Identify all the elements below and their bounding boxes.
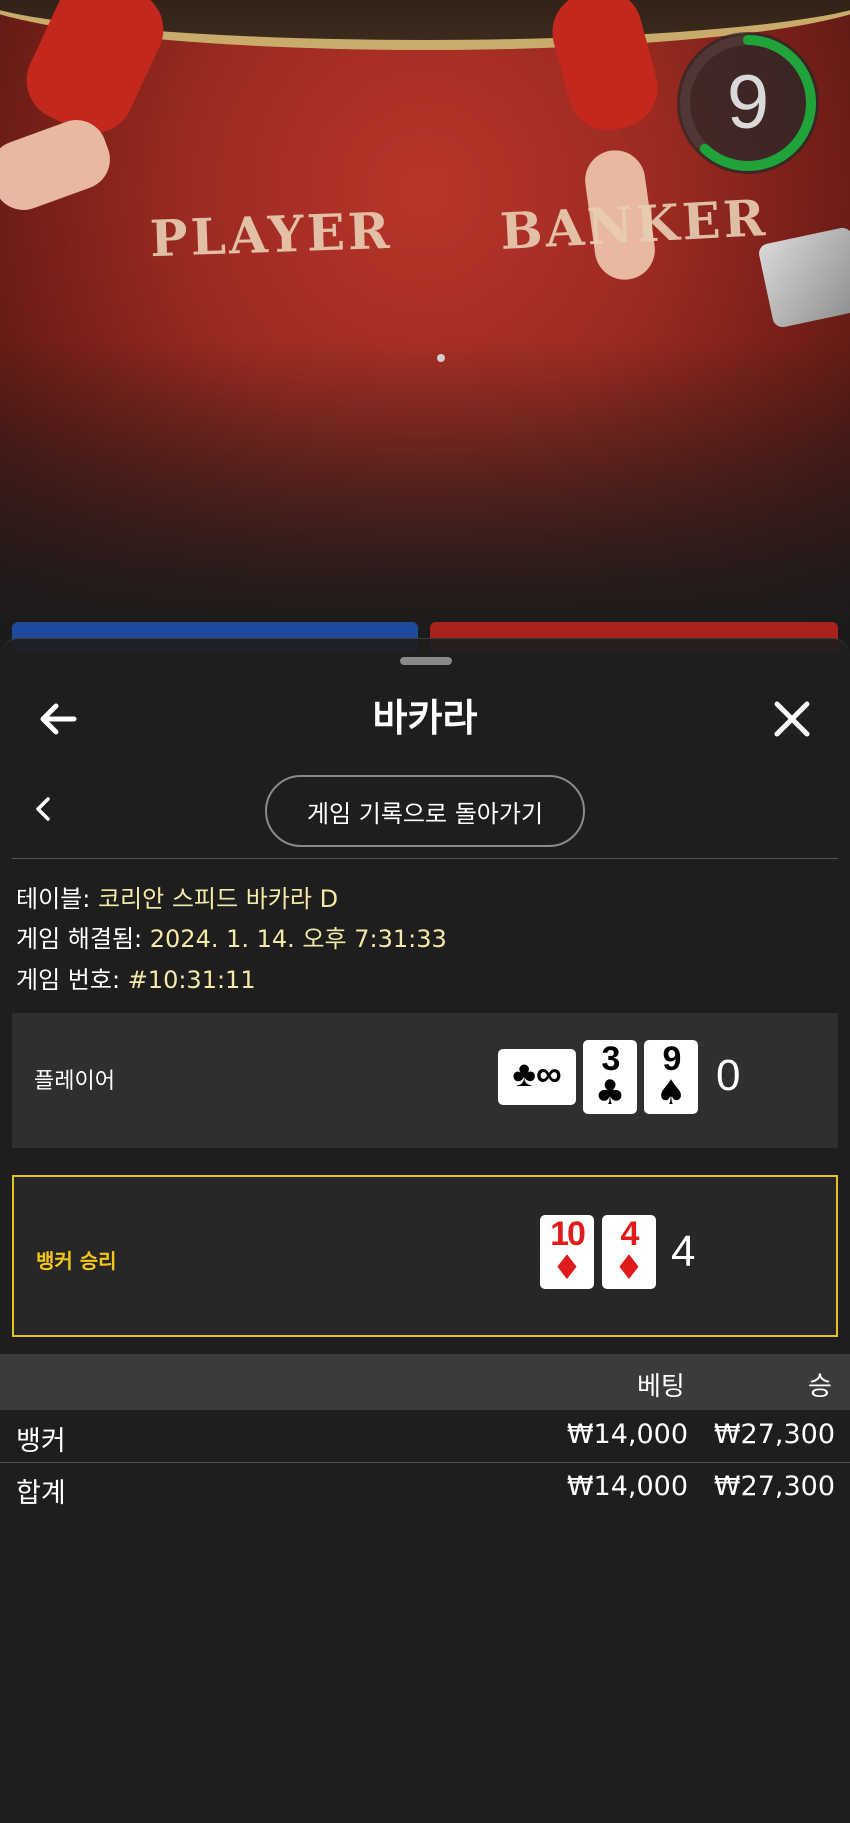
table-info-label: 테이블: <box>16 885 91 913</box>
total-win-amount: ₩27,300 <box>713 1471 835 1502</box>
player-card-2: 3 ♣ <box>583 1040 637 1114</box>
table-info-value: 코리안 스피드 바카라 D <box>97 885 339 913</box>
card-rank: 3 <box>601 1040 621 1078</box>
banker-score: 4 <box>671 1227 696 1276</box>
banker-hand-row: 뱅커 승리 10 ♦ 4 ♦ 4 <box>12 1175 838 1337</box>
close-icon[interactable] <box>762 689 822 749</box>
total-name: 합계 <box>16 1478 66 1509</box>
banker-win-label: 뱅커 승리 <box>36 1249 117 1273</box>
return-to-history-button[interactable]: 게임 기록으로 돌아가기 <box>265 775 585 847</box>
bets-table-header: 베팅 승 <box>0 1354 850 1410</box>
chevron-left-icon[interactable] <box>28 789 60 829</box>
table-info: 테이블: 코리안 스피드 바카라 D <box>16 879 338 914</box>
table-row: 합계 ₩14,000 ₩27,300 <box>0 1462 850 1512</box>
game-history-sheet: 바카라 게임 기록으로 돌아가기 테이블: 코리안 스피드 바카라 D 게임 해… <box>0 638 850 1823</box>
card-rank: 9 <box>662 1040 682 1078</box>
spade-suit-icon: ♠ <box>655 1073 687 1113</box>
game-number-value: #10:31:11 <box>127 966 256 994</box>
live-video: PLAYER BANKER 9 <box>0 0 850 640</box>
resolved-info: 게임 해결됨: 2024. 1. 14. 오후 7:31:33 <box>16 919 447 954</box>
player-card-3: 9 ♠ <box>644 1040 698 1114</box>
diamond-suit-icon: ♦ <box>551 1248 583 1288</box>
divider <box>12 858 838 859</box>
player-score: 0 <box>716 1051 741 1100</box>
sheet-title: 바카라 <box>372 696 478 740</box>
club-suit-icon: ♣ <box>594 1073 626 1113</box>
card-rank: 4 <box>620 1215 640 1253</box>
player-card-1: ♣∞ <box>498 1049 576 1105</box>
banker-card-2: 4 ♦ <box>602 1215 656 1289</box>
win-column-header: 승 <box>808 1372 832 1402</box>
player-label: 플레이어 <box>34 1069 115 1094</box>
resolved-info-label: 게임 해결됨: <box>16 925 143 953</box>
game-number-info: 게임 번호: #10:31:11 <box>16 960 256 995</box>
table-label-banker: BANKER <box>498 188 770 261</box>
table-row: 뱅커 ₩14,000 ₩27,300 <box>0 1411 850 1461</box>
bet-name: 뱅커 <box>16 1426 66 1457</box>
card-shoe <box>757 226 850 329</box>
resolved-info-value: 2024. 1. 14. 오후 7:31:33 <box>149 925 447 953</box>
countdown-timer: 9 <box>677 32 819 174</box>
win-amount: ₩27,300 <box>713 1419 835 1450</box>
card-rank: 10 <box>550 1215 586 1253</box>
card-rank: ♣∞ <box>512 1053 562 1094</box>
diamond-suit-icon: ♦ <box>613 1248 645 1288</box>
banker-card-1: 10 ♦ <box>540 1215 594 1289</box>
total-bet-amount: ₩14,000 <box>566 1471 688 1502</box>
player-hand-row: 플레이어 ♣∞ 3 ♣ 9 ♠ 0 <box>12 1013 838 1148</box>
table-label-player: PLAYER <box>149 200 394 269</box>
bet-amount: ₩14,000 <box>566 1419 688 1450</box>
game-number-label: 게임 번호: <box>16 966 121 994</box>
sheet-grabber[interactable] <box>400 657 452 665</box>
bet-column-header: 베팅 <box>637 1372 685 1402</box>
countdown-number: 9 <box>726 60 770 145</box>
